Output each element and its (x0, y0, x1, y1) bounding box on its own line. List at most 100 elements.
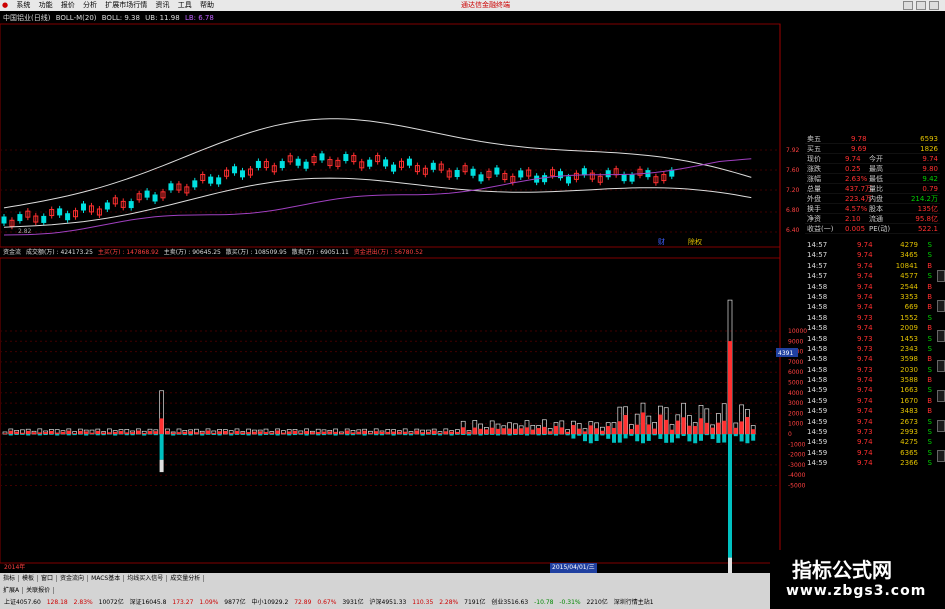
flow-bar-sell (699, 434, 703, 441)
flow-bar-main-buy (664, 419, 669, 434)
tab-related-quote[interactable]: 关联报价 (23, 587, 55, 594)
candle-body (208, 176, 214, 184)
tab-template[interactable]: 模板 (19, 575, 39, 582)
flow-bar-main-buy (710, 427, 715, 434)
tick-row: 14:58 9.73 2343 S (807, 344, 932, 353)
flow-bar-sell (478, 434, 483, 436)
flow-bar-sell (681, 434, 686, 437)
candle-body (279, 161, 285, 169)
flow-bar-main-buy (269, 432, 274, 434)
flow-bar-main-buy (728, 341, 732, 434)
flow-bar-main-buy (583, 431, 587, 434)
flow-bar-sell (403, 434, 408, 436)
flow-bar-sell (316, 434, 321, 436)
flow-axis-label: -5000 (788, 483, 806, 490)
flow-bar-sell (745, 434, 750, 444)
flow-cursor-value: 4391 (778, 350, 793, 357)
flow-bar-sell (304, 434, 309, 436)
chart-canvas[interactable]: 7.927.607.206.806.402.821000090008000700… (0, 0, 945, 609)
flow-bar-sell (293, 434, 297, 436)
quote-row: 换手 4.57% 股本 135亿 (805, 205, 940, 214)
flow-bar-main-buy (206, 430, 210, 434)
flow-bar-sell (211, 434, 216, 436)
candle-body (255, 160, 261, 168)
indicator-tabs: 指标 模板 窗口 资金流向 MACS基本 均线买入信号 成交量分析 (0, 573, 780, 585)
flow-bar-sell (322, 434, 326, 436)
flow-bar-sell (449, 434, 454, 436)
main-buy-label: 主买(万) : 147868.92 (97, 249, 159, 256)
flow-bar-main-buy (66, 430, 71, 434)
side-tab-7[interactable] (937, 450, 945, 462)
flow-bar-sell (733, 434, 738, 437)
candle-body (152, 194, 158, 202)
flow-bar-main-buy (61, 431, 65, 434)
flow-bar-main-buy (136, 430, 141, 434)
flow-bar-sell (269, 434, 274, 435)
tick-list[interactable]: 14:57 9.74 4279 S 14:57 9.74 3465 S 14:57 9.74 108… (805, 240, 940, 469)
flow-bar-sell (710, 434, 715, 440)
flow-bar-sell (55, 434, 60, 436)
x-axis-cursor-date: 2015/04/01/三 (550, 563, 597, 573)
flow-bar-main-buy (281, 432, 286, 434)
side-tab-6[interactable] (937, 420, 945, 432)
buy5-row: 买五 9.69 1826 (805, 145, 940, 154)
side-tab-1[interactable] (937, 270, 945, 282)
candle-body (558, 171, 563, 179)
candle-body (104, 202, 110, 210)
panel-tabs: 扩展A 关联报价 (0, 585, 780, 597)
flow-bar-sell (8, 434, 13, 436)
flow-bar-sell (188, 434, 193, 436)
sell5-row: 卖五 9.78 6593 (805, 135, 940, 144)
quote-row: 涨幅 2.63% 最低 9.42 (805, 175, 940, 184)
candle-body (144, 190, 150, 198)
flow-bar-main-buy (229, 432, 234, 434)
side-tab-3[interactable] (937, 330, 945, 342)
flow-bar-sell (356, 434, 361, 435)
candle-body (542, 175, 548, 183)
flow-bar-main-buy (409, 432, 413, 434)
flow-bar-main-buy (20, 432, 25, 434)
flow-bar-sell (629, 434, 634, 436)
tick-row: 14:57 9.74 4279 S (807, 241, 932, 249)
price-axis-label: 7.60 (786, 167, 800, 174)
retail-buy-label: 散买(万) : 108509.95 (225, 249, 287, 256)
flow-bar-sell (351, 434, 355, 436)
tab-window[interactable]: 窗口 (38, 575, 58, 582)
flow-bar-main-buy (432, 430, 437, 434)
tab-fund-flow[interactable]: 资金流向 (57, 575, 89, 582)
tab-macs[interactable]: MACS基本 (88, 575, 125, 582)
candle-body (216, 177, 222, 185)
flow-bar-main-buy (577, 428, 582, 434)
tab-ma-signal[interactable]: 均线买入信号 (124, 575, 168, 582)
tick-row: 14:58 9.74 3588 B (807, 376, 932, 385)
flow-bar-main-buy (716, 422, 721, 434)
flow-bar-main-buy (362, 430, 367, 434)
flow-bar-main-buy (32, 432, 36, 434)
candle-body (17, 214, 23, 222)
tick-row: 14:58 9.74 669 B (807, 303, 932, 312)
flow-bar-sell (751, 434, 756, 441)
flow-bar-main-buy (101, 432, 106, 434)
flow-bar-sell (426, 434, 431, 435)
flow-bar-main-buy (37, 432, 42, 434)
flow-bar-sell (525, 434, 529, 436)
side-tab-4[interactable] (937, 360, 945, 372)
flow-bar-main-buy (507, 428, 512, 434)
flow-axis-label: 5000 (788, 380, 803, 387)
flow-bar-main-buy (426, 431, 431, 434)
flow-bar-main-buy (374, 431, 379, 434)
side-tab-5[interactable] (937, 390, 945, 402)
tab-indicator[interactable]: 指标 (0, 575, 20, 582)
price-axis-label: 7.92 (786, 147, 800, 154)
candle-body (319, 153, 325, 161)
flow-bar-sell (362, 434, 367, 436)
flow-bar-sell (26, 434, 31, 436)
flow-bar-sell (588, 434, 593, 444)
flow-bar-sell (484, 434, 489, 435)
flow-bar-sell (240, 434, 245, 435)
tab-extend-a[interactable]: 扩展A (0, 587, 24, 594)
side-tab-2[interactable] (937, 300, 945, 312)
flow-bar-main-buy (519, 428, 524, 434)
tab-volume[interactable]: 成交量分析 (167, 575, 205, 582)
flow-bar-sell (594, 434, 599, 442)
